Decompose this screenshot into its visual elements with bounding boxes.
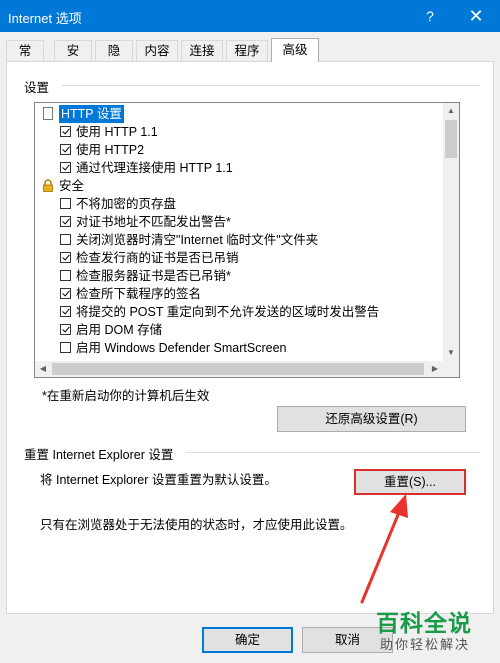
option-label: 启用 DOM 存储	[76, 323, 163, 337]
checkbox-unchecked[interactable]	[60, 342, 71, 353]
tree-option-post-redirect-warning[interactable]: 将提交的 POST 重定向到不允许发送的区域时发出警告	[35, 303, 435, 321]
scroll-thumb[interactable]	[445, 120, 457, 158]
option-label: 检查所下载程序的签名	[76, 287, 202, 301]
option-label: 关闭浏览器时清空"Internet 临时文件"文件夹	[76, 233, 319, 247]
checkbox-checked[interactable]	[60, 162, 71, 173]
tab-security[interactable]: 安全	[54, 40, 92, 78]
option-label: 检查服务器证书是否已吊销*	[76, 269, 231, 283]
scroll-thumb[interactable]	[52, 363, 424, 375]
checkbox-checked[interactable]	[60, 252, 71, 263]
checkbox-unchecked[interactable]	[60, 234, 71, 245]
tree-option-publisher-revocation[interactable]: 检查发行商的证书是否已吊销	[35, 249, 435, 267]
ok-button[interactable]: 确定	[202, 627, 293, 653]
scrollbar-corner	[443, 361, 459, 377]
tree-option-http2[interactable]: 使用 HTTP2	[35, 141, 435, 159]
restart-note: *在重新启动你的计算机后生效	[42, 389, 210, 403]
watermark-title: 百科全说	[376, 611, 472, 637]
scroll-up-icon[interactable]: ▲	[443, 103, 459, 119]
tree-category-http[interactable]: HTTP 设置	[35, 105, 435, 123]
restore-advanced-settings-button[interactable]: 还原高级设置(R)	[277, 406, 466, 432]
settings-group-divider	[62, 85, 480, 86]
tab-advanced[interactable]: 高级	[271, 38, 319, 62]
internet-options-dialog: Internet 选项 ? ✕ 常规 安全 隐私 内容 连接 程序 高级 设置 …	[0, 0, 500, 663]
tree-option-empty-temp-files[interactable]: 关闭浏览器时清空"Internet 临时文件"文件夹	[35, 231, 435, 249]
settings-group-label: 设置	[24, 81, 50, 95]
tree-option-proxy-http11[interactable]: 通过代理连接使用 HTTP 1.1	[35, 159, 435, 177]
tab-programs[interactable]: 程序	[226, 40, 268, 61]
tab-general[interactable]: 常规	[6, 40, 44, 78]
tree-option-smartscreen[interactable]: 启用 Windows Defender SmartScreen	[35, 339, 435, 357]
option-label: 使用 HTTP2	[76, 143, 145, 157]
title-bar[interactable]: Internet 选项 ? ✕	[0, 0, 500, 32]
checkbox-checked[interactable]	[60, 126, 71, 137]
tree-option-cert-mismatch[interactable]: 对证书地址不匹配发出警告*	[35, 213, 435, 231]
tab-connections[interactable]: 连接	[181, 40, 223, 61]
checkbox-checked[interactable]	[60, 324, 71, 335]
tab-privacy[interactable]: 隐私	[95, 40, 133, 78]
settings-tree[interactable]: HTTP 设置 使用 HTTP 1.1 使用 HTTP2 通过代理连接使用 HT…	[34, 102, 460, 378]
checkbox-unchecked[interactable]	[60, 270, 71, 281]
tree-option-download-signatures[interactable]: 检查所下载程序的签名	[35, 285, 435, 303]
close-button[interactable]: ✕	[466, 6, 486, 26]
annotation-arrow	[360, 494, 408, 604]
tree-option-server-revocation[interactable]: 检查服务器证书是否已吊销*	[35, 267, 435, 285]
reset-group-label: 重置 Internet Explorer 设置	[24, 448, 174, 462]
tab-content[interactable]: 内容	[136, 40, 178, 61]
checkbox-checked[interactable]	[60, 306, 71, 317]
option-label: 对证书地址不匹配发出警告*	[76, 215, 231, 229]
tree-option-dom-storage[interactable]: 启用 DOM 存储	[35, 321, 435, 339]
checkbox-checked[interactable]	[60, 216, 71, 227]
vertical-scrollbar[interactable]: ▲ ▼	[443, 103, 459, 361]
option-label: 使用 HTTP 1.1	[76, 125, 158, 139]
option-label: 不将加密的页存盘	[76, 197, 177, 211]
document-icon	[43, 107, 53, 120]
tree-category-label: HTTP 设置	[59, 105, 124, 123]
watermark-logo: 百科全说 助你轻松解决	[370, 604, 494, 658]
tree-category-label: 安全	[59, 179, 85, 193]
checkbox-checked[interactable]	[60, 144, 71, 155]
reset-warning: 只有在浏览器处于无法使用的状态时，才应使用此设置。	[40, 518, 353, 532]
option-label: 启用 Windows Defender SmartScreen	[76, 341, 287, 355]
help-button[interactable]: ?	[420, 6, 440, 26]
horizontal-scrollbar[interactable]: ◀ ▶	[35, 361, 443, 377]
scroll-right-icon[interactable]: ▶	[427, 361, 443, 377]
reset-description: 将 Internet Explorer 设置重置为默认设置。	[40, 473, 277, 487]
scroll-down-icon[interactable]: ▼	[443, 345, 459, 361]
scroll-left-icon[interactable]: ◀	[35, 361, 51, 377]
tree-option-no-save-encrypted[interactable]: 不将加密的页存盘	[35, 195, 435, 213]
window-title: Internet 选项	[8, 11, 82, 26]
tree-option-http11[interactable]: 使用 HTTP 1.1	[35, 123, 435, 141]
option-label: 将提交的 POST 重定向到不允许发送的区域时发出警告	[76, 305, 380, 319]
watermark-subtitle: 助你轻松解决	[380, 637, 471, 652]
tree-category-security[interactable]: 安全	[35, 177, 435, 195]
option-label: 通过代理连接使用 HTTP 1.1	[76, 161, 233, 175]
checkbox-unchecked[interactable]	[60, 198, 71, 209]
lock-icon	[43, 179, 53, 192]
checkbox-checked[interactable]	[60, 288, 71, 299]
option-label: 检查发行商的证书是否已吊销	[76, 251, 239, 265]
reset-group-divider	[186, 452, 480, 453]
